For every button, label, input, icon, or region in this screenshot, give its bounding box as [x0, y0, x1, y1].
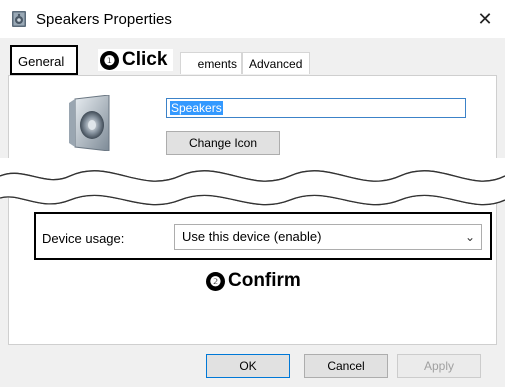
tab-enhancements[interactable]: ements — [180, 52, 242, 74]
omitted-section-divider — [0, 158, 505, 206]
step-two-badge: ❷ — [206, 271, 225, 291]
device-usage-value: Use this device (enable) — [182, 229, 322, 244]
click-annotation-label: Click — [122, 49, 168, 70]
speaker-icon — [69, 95, 110, 151]
tab-advanced[interactable]: Advanced — [242, 52, 310, 74]
change-icon-button[interactable]: Change Icon — [166, 131, 280, 155]
tab-general[interactable]: General — [10, 45, 78, 75]
device-usage-label: Device usage: — [42, 231, 125, 246]
close-button[interactable]: ✕ — [465, 0, 505, 38]
title-bar: Speakers Properties ✕ — [0, 0, 505, 38]
confirm-annotation-label: Confirm — [228, 270, 301, 291]
step-one-badge: ❶ — [100, 50, 119, 70]
speaker-app-icon — [12, 11, 26, 27]
cancel-button[interactable]: Cancel — [304, 354, 388, 378]
chevron-down-icon: ⌄ — [464, 230, 475, 244]
device-name-value: Speakers — [170, 101, 223, 115]
close-icon: ✕ — [477, 8, 493, 29]
confirm-annotation: ❷ Confirm — [206, 270, 301, 292]
device-name-input[interactable]: Speakers — [166, 98, 466, 118]
properties-dialog: Speakers Properties ✕ General ements Adv… — [0, 0, 505, 387]
ok-button[interactable]: OK — [206, 354, 290, 378]
window-title: Speakers Properties — [36, 11, 172, 28]
apply-button[interactable]: Apply — [397, 354, 481, 378]
click-annotation: ❶ Click — [98, 49, 174, 71]
device-usage-select[interactable]: Use this device (enable) ⌄ — [174, 224, 482, 250]
